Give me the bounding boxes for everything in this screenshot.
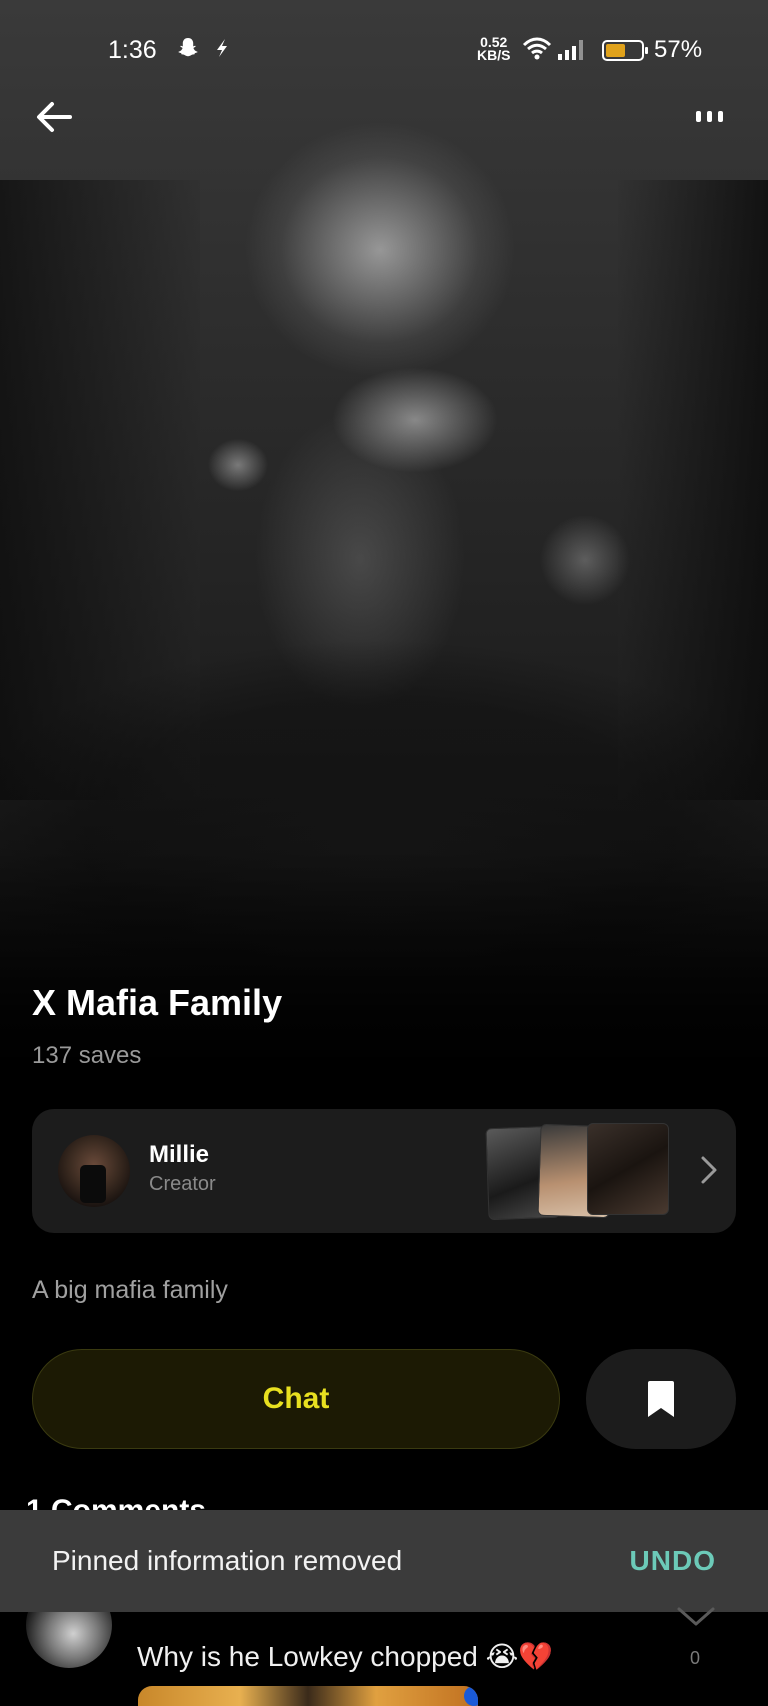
battery-percent: 57% xyxy=(654,36,703,63)
comment-text: Why is he Lowkey chopped 😭💔 xyxy=(137,1641,554,1672)
snapchat-icon xyxy=(178,38,198,57)
creator-role: Creator xyxy=(149,1173,216,1195)
network-speed: 0.52 KB/S xyxy=(477,35,511,63)
thumbnail xyxy=(587,1123,669,1215)
bolt-icon xyxy=(217,39,227,57)
arrow-left-icon xyxy=(37,102,72,132)
snackbar-message: Pinned information removed xyxy=(52,1545,403,1576)
network-speed-unit: KB/S xyxy=(477,47,511,63)
more-dots-icon xyxy=(695,110,701,122)
bookmark-icon xyxy=(648,1381,674,1417)
snackbar: Pinned information removed UNDO xyxy=(0,1510,768,1612)
description: A big mafia family xyxy=(32,1276,228,1304)
avatar[interactable] xyxy=(58,1135,130,1207)
comment-image[interactable] xyxy=(138,1686,478,1706)
comment-avatar[interactable] xyxy=(26,1612,112,1668)
status-bar: 1:36 0.52 KB/S 57% xyxy=(0,30,768,74)
wifi-icon xyxy=(522,37,552,60)
page-title: X Mafia Family xyxy=(32,982,283,1023)
chat-button-label: Chat xyxy=(262,1382,330,1415)
creator-card[interactable]: Millie Creator xyxy=(32,1109,736,1233)
cover-image xyxy=(0,0,768,1110)
battery-level xyxy=(606,44,626,57)
back-button[interactable] xyxy=(30,92,80,142)
saves-count: 137 saves xyxy=(32,1042,142,1069)
battery-icon xyxy=(602,40,648,61)
status-time: 1:36 xyxy=(108,36,157,64)
undo-button[interactable]: UNDO xyxy=(630,1545,716,1577)
chevron-right-icon xyxy=(701,1156,717,1184)
more-button[interactable] xyxy=(686,96,732,136)
like-count: 0 xyxy=(690,1648,701,1668)
creator-thumbnails xyxy=(485,1123,677,1221)
chat-button[interactable]: Chat xyxy=(32,1349,560,1449)
bookmark-button[interactable] xyxy=(586,1349,736,1449)
status-left-icons xyxy=(176,36,232,60)
like-icon[interactable] xyxy=(676,1606,716,1628)
signal-icon xyxy=(558,40,583,60)
cover-image-gradient xyxy=(0,850,768,1110)
creator-name: Millie xyxy=(149,1141,210,1168)
